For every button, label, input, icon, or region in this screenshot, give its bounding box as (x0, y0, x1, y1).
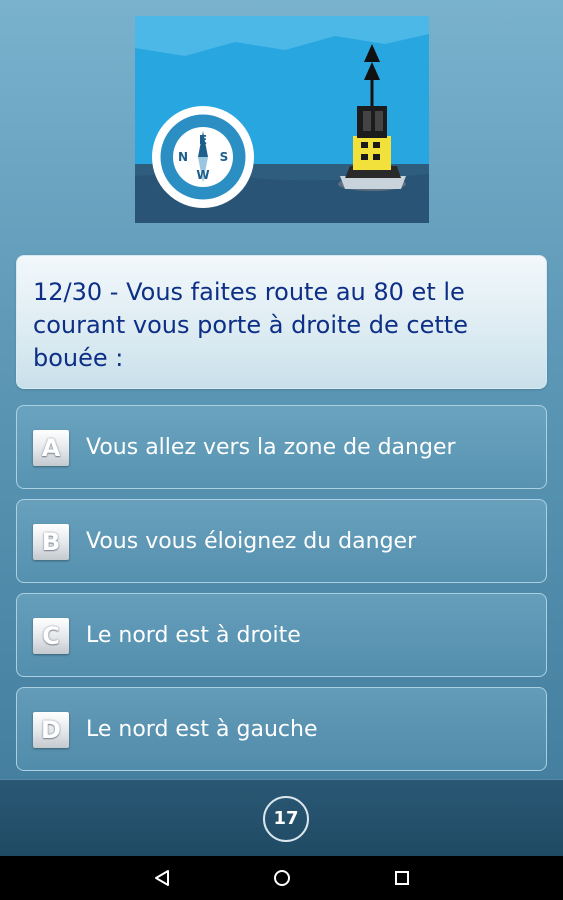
recents-square-icon[interactable] (388, 864, 416, 892)
timer-badge: 17 (263, 796, 309, 842)
answer-text-a: Vous allez vers la zone de danger (86, 435, 456, 460)
answer-letter-d: D (33, 712, 69, 748)
footer-bar: 17 (0, 779, 563, 857)
svg-text:E: E (199, 133, 207, 147)
answer-option-b[interactable]: B Vous vous éloignez du danger (16, 499, 547, 583)
system-nav-bar (0, 856, 563, 900)
answer-letter-a: A (33, 430, 69, 466)
answer-option-a[interactable]: A Vous allez vers la zone de danger (16, 405, 547, 489)
answer-letter-c: C (33, 618, 69, 654)
answer-option-c[interactable]: C Le nord est à droite (16, 593, 547, 677)
answer-option-d[interactable]: D Le nord est à gauche (16, 687, 547, 771)
compass-icon: E W N S (152, 106, 254, 208)
question-card: 12/30 - Vous faites route au 80 et le co… (16, 255, 547, 389)
home-circle-icon[interactable] (268, 864, 296, 892)
svg-text:W: W (196, 168, 209, 182)
answer-text-b: Vous vous éloignez du danger (86, 529, 417, 554)
answer-text-c: Le nord est à droite (86, 623, 301, 648)
question-illustration: E W N S (135, 16, 429, 223)
answer-text-d: Le nord est à gauche (86, 717, 318, 742)
answer-letter-b: B (33, 524, 69, 560)
back-triangle-icon[interactable] (148, 864, 176, 892)
svg-text:N: N (178, 150, 188, 164)
question-text: 12/30 - Vous faites route au 80 et le co… (33, 278, 468, 372)
svg-text:S: S (220, 150, 229, 164)
